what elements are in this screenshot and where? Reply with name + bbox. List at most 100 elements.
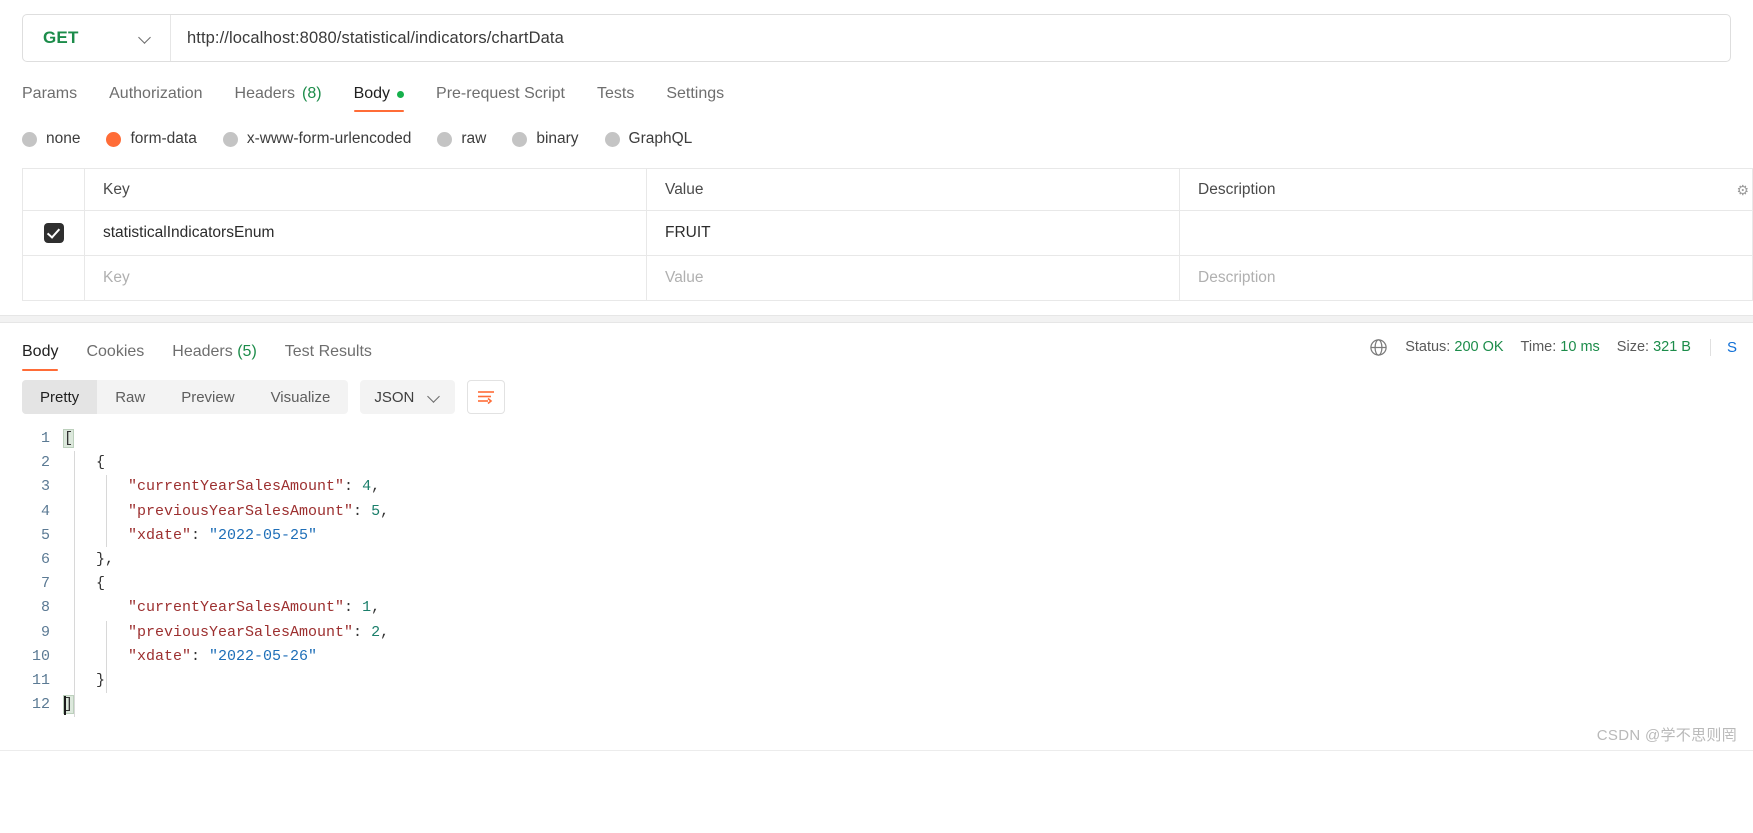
response-meta: Status: 200 OK Time: 10 ms Size: 321 B S [1369,338,1737,357]
body-type-binary[interactable]: binary [512,130,579,148]
response-tab-body[interactable]: Body [22,343,72,371]
row-value-input[interactable]: FRUIT [647,211,1180,255]
tab-body[interactable]: Body [338,85,420,112]
radio-icon[interactable] [22,131,37,147]
code-token: , [371,599,381,617]
code-line: [ [62,427,1753,451]
response-tab-test-results[interactable]: Test Results [271,343,386,371]
body-type-graphql[interactable]: GraphQL [604,130,692,148]
line-number: 2 [40,454,50,472]
size-label: Size: [1616,339,1650,355]
line-number-gutter: 1 2 3 4 5 6 7 8 9 10 11 12 [0,427,64,717]
tab-params[interactable]: Params [22,85,93,112]
url-bar: GET http://localhost:8080/statistical/in… [22,14,1731,62]
tab-headers-label: Headers [234,85,295,102]
row-key-input[interactable]: statisticalIndicatorsEnum [85,211,647,255]
body-type-binary-label: binary [536,130,579,147]
header-checkbox-cell [23,169,85,210]
watermark: CSDN @学不思则罔 [1596,727,1737,744]
body-type-form-data[interactable]: form-data [106,130,197,148]
code-token: : [353,623,372,641]
tab-body-label: Body [353,85,391,102]
view-mode-pretty[interactable]: Pretty [22,380,98,414]
code-token: : [191,526,210,544]
body-type-raw-label: raw [461,130,487,147]
code-line: "xdate": "2022-05-26" [64,645,1753,669]
tab-settings[interactable]: Settings [650,85,740,112]
code-token: { [96,454,106,472]
code-token: } [96,671,106,689]
gear-icon[interactable]: ⚙ [1736,182,1749,199]
response-tab-headers[interactable]: Headers (5) [158,343,271,371]
response-toolbar: Pretty Raw Preview Visualize JSON [0,371,1753,423]
code-token: 4 [362,478,372,496]
radio-icon[interactable] [512,131,528,147]
code-line: { [64,451,1753,475]
radio-selected-icon[interactable] [106,131,122,147]
code-line: }, [64,548,1753,572]
code-line: "currentYearSalesAmount": 4, [64,475,1753,499]
checkbox-checked-icon[interactable] [43,223,64,243]
method-selector[interactable]: GET [23,15,171,61]
response-view-mode-group: Pretty Raw Preview Visualize [22,380,349,414]
time-value: 10 ms [1560,339,1600,355]
body-modified-dot-icon [397,90,405,98]
tab-authorization[interactable]: Authorization [93,85,218,112]
response-header: Body Cookies Headers (5) Test Results St… [0,323,1753,371]
tab-tests[interactable]: Tests [581,85,650,112]
response-tab-cookies-label: Cookies [86,343,145,360]
code-token: , [371,478,381,496]
save-response-button[interactable]: S [1709,338,1737,356]
response-body-code[interactable]: [{"currentYearSalesAmount": 4, "previousY… [62,427,1753,717]
code-token: "previousYearSalesAmount" [128,502,354,520]
body-type-raw[interactable]: raw [437,130,486,148]
code-token: 1 [362,599,372,617]
tab-headers[interactable]: Headers (8) [219,85,338,112]
table-row[interactable]: statisticalIndicatorsEnum FRUIT [23,211,1753,256]
line-number: 11 [31,671,50,689]
tab-tests-label: Tests [596,85,635,102]
placeholder-description-input[interactable]: Description [1180,256,1753,300]
view-mode-visualize[interactable]: Visualize [253,380,349,414]
code-token: "xdate" [128,647,192,665]
line-number: 5 [40,526,50,544]
response-format-label: JSON [374,388,415,406]
code-token: "currentYearSalesAmount" [128,478,345,496]
body-type-none[interactable]: none [22,130,80,148]
word-wrap-button[interactable] [467,380,506,414]
pane-splitter[interactable] [0,315,1753,323]
response-format-selector[interactable]: JSON [360,380,456,414]
placeholder-value-input[interactable]: Value [647,256,1180,300]
radio-icon[interactable] [437,131,453,147]
tab-pre-request-script[interactable]: Pre-request Script [420,85,581,112]
placeholder-checkbox-cell[interactable] [23,256,85,300]
method-label: GET [43,28,79,47]
view-mode-preview[interactable]: Preview [163,380,252,414]
radio-icon[interactable] [222,131,238,147]
response-body-viewer[interactable]: 1 2 3 4 5 6 7 8 9 10 11 12 [{"currentYearSalesAmoun… [0,423,1753,717]
body-type-form-data-label: form-data [130,130,197,147]
body-type-urlencoded[interactable]: x-www-form-urlencoded [222,130,411,148]
view-mode-raw[interactable]: Raw [97,380,163,414]
line-number: 10 [31,647,50,665]
code-fold-guide [106,475,107,547]
code-token: , [380,502,390,520]
status-label: Status: [1405,339,1451,355]
response-tab-cookies[interactable]: Cookies [72,343,158,371]
radio-icon[interactable] [604,131,620,147]
code-line: "previousYearSalesAmount": 5, [64,500,1753,524]
row-description-input[interactable] [1180,211,1753,255]
placeholder-key-input[interactable]: Key [85,256,647,300]
table-placeholder-row[interactable]: Key Value Description [23,256,1753,301]
code-token: 5 [371,502,381,520]
size-indicator: Size: 321 B [1617,339,1691,355]
chevron-down-icon[interactable] [139,32,152,45]
chevron-down-icon[interactable] [428,391,441,404]
url-bar-section: GET http://localhost:8080/statistical/in… [0,0,1753,62]
status-value: 200 OK [1454,339,1504,355]
body-type-none-label: none [46,130,81,147]
code-fold-guide [74,451,75,717]
response-tab-headers-label: Headers [172,343,233,360]
row-checkbox-cell[interactable] [23,211,85,255]
url-input[interactable]: http://localhost:8080/statistical/indica… [171,15,1730,61]
